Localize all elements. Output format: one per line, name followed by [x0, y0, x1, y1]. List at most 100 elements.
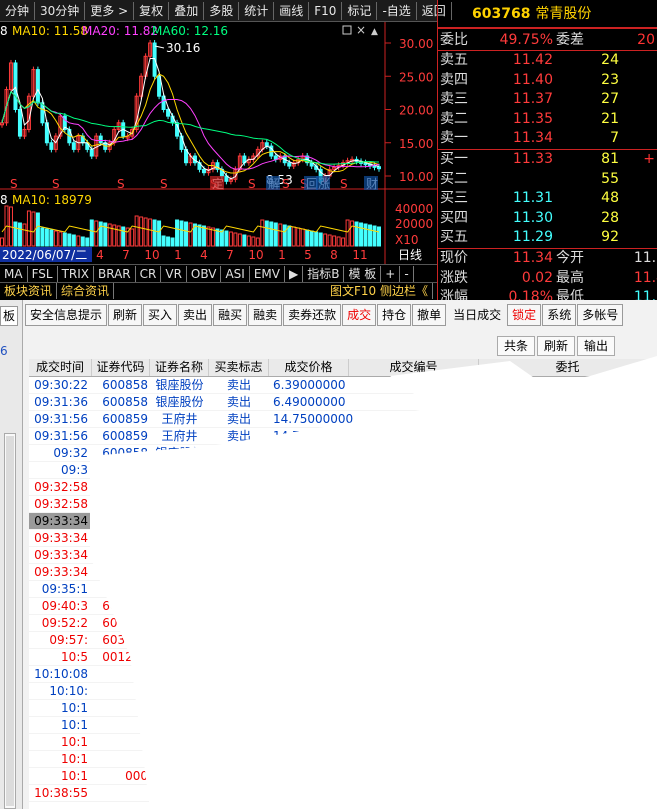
table-row[interactable]: 10:1 买入 13.00000000 012	[29, 751, 657, 768]
indicator-tab[interactable]: MA	[0, 265, 28, 282]
info-tab[interactable]: 综合资讯	[57, 283, 115, 299]
trade-button[interactable]: 买入	[143, 304, 178, 326]
trade-button[interactable]: 卖券还款	[283, 304, 342, 326]
grid-tool-button[interactable]: 共条	[497, 336, 536, 356]
indicator-tab[interactable]: 指标B	[303, 265, 345, 282]
table-row[interactable]: 09:52:2 600858 银座股份 买入 6.39000000 44	[29, 615, 657, 632]
stats-row: 涨跌 0.02最高 11.4	[438, 269, 657, 289]
table-row[interactable]: 09:33:34 603768 常青股份 买入 11.28000000 37	[29, 547, 657, 564]
left-num: 6	[0, 344, 8, 358]
side-panel-toggle[interactable]: 图文F10 侧边栏《	[326, 283, 433, 299]
trade-button[interactable]: 卖出	[178, 304, 213, 326]
kline-chart[interactable]: 8 MA10: 11.58MA20: 11.82MA60: 12.16 × ▲ 30.0…	[0, 22, 437, 264]
trade-button[interactable]: 安全信息提示	[25, 304, 108, 326]
toolbar-item[interactable]: 更多 >	[85, 1, 135, 20]
table-row[interactable]: 09:40:3 600858 银座股份 买入 6.43000000	[29, 598, 657, 615]
table-row[interactable]: 09:32:58 603768 常青股份 买入 11.30000	[29, 496, 657, 513]
indicator-tab[interactable]: BRAR	[94, 265, 136, 282]
indicator-tab[interactable]: FSL	[28, 265, 58, 282]
table-row[interactable]: 10:1 卖出 6.41000000	[29, 700, 657, 717]
cell: 85	[457, 582, 473, 596]
grid-tool-button[interactable]: 输出	[577, 336, 616, 356]
table-row[interactable]: 10:10: 卖出 6.41000000 010	[29, 683, 657, 700]
trade-button[interactable]: 融卖	[248, 304, 283, 326]
indicator-tab[interactable]: CR	[136, 265, 162, 282]
table-row[interactable]: 09:33:34 3768 常青股份 买入 11.28000000 305	[29, 564, 657, 581]
cell: 常青股份	[155, 565, 204, 579]
left-tab[interactable]: 板	[0, 306, 18, 326]
table-row[interactable]: 09:33:34 603768 常青股份 买入 11.2800000	[29, 513, 657, 530]
book-price: 11.32	[512, 170, 553, 187]
toolbar-item[interactable]: 多股	[204, 1, 240, 20]
table-row[interactable]: 09:3 60085 银座股份 卖出 6.6	[29, 462, 657, 479]
table-row[interactable]: 10:1 卖出 6.41000000	[29, 717, 657, 734]
volume-bar	[197, 224, 202, 247]
indicator-tab[interactable]: OBV	[187, 265, 222, 282]
indicator-tab[interactable]: -	[400, 265, 414, 282]
column-header[interactable]: 买卖标志	[209, 359, 269, 376]
indicator-tab[interactable]: TRIX	[58, 265, 94, 282]
indicator-tab[interactable]: ▶	[285, 265, 304, 282]
trade-button[interactable]: 撤单	[412, 304, 447, 326]
table-row[interactable]: 09:30:22 600858 银座股份 卖出 6.39000000 77255	[29, 377, 657, 394]
column-header[interactable]: 委托	[479, 359, 657, 376]
right-button[interactable]: 多帐号	[577, 304, 624, 326]
toolbar-item[interactable]: -自选	[377, 1, 417, 20]
cell: 买入	[226, 480, 251, 494]
column-header[interactable]: 成交编号	[349, 359, 479, 376]
cell: 09:33:34	[34, 531, 88, 545]
table-row[interactable]: 09:32 600858 银座股份 卖出 6.59000	[29, 445, 657, 462]
cell: 买入	[226, 514, 251, 528]
table-row[interactable]: 09:31:36 600858 银座股份 卖出 6.49000000 21185	[29, 394, 657, 411]
left-strip: 板 6	[0, 300, 23, 809]
right-button[interactable]: 系统	[542, 304, 577, 326]
scroll-thumb[interactable]	[6, 436, 14, 806]
cell	[349, 479, 479, 495]
column-header[interactable]: 证券名称	[150, 359, 209, 376]
grid-tool-button[interactable]: 刷新	[537, 336, 576, 356]
table-row[interactable]: 09:31:56 600859 王府井 卖出 14.74000000 9	[29, 428, 657, 445]
table-row[interactable]: 10:1 000 买入 13.00000000 01040	[29, 768, 657, 785]
toolbar-item[interactable]: 30分钟	[35, 1, 86, 20]
toolbar-item[interactable]: F10	[309, 1, 343, 20]
indicator-tab[interactable]: EMV	[250, 265, 285, 282]
indicator-tab[interactable]: +	[381, 265, 401, 282]
table-row[interactable]: 10:38:55 卖 01040	[29, 785, 657, 802]
table-row[interactable]: 09:31:56 600859 王府井 卖出 14.75000000 241	[29, 411, 657, 428]
cell	[349, 700, 479, 716]
trade-button[interactable]: 刷新	[108, 304, 143, 326]
volume-bar	[368, 224, 373, 247]
indicator-tab[interactable]: VR	[161, 265, 187, 282]
left-scrollbar[interactable]	[4, 433, 16, 809]
cell	[92, 717, 150, 733]
table-row[interactable]: 09:35:1 0858 银座股份 买入 6.4 85	[29, 581, 657, 598]
weibi-label: 委比	[440, 32, 468, 48]
book-label: 卖三	[440, 91, 468, 108]
table-row[interactable]: 09:32:58 603768 常青股份 买入 11.30000000	[29, 479, 657, 496]
table-row[interactable]: 09:33:34 603768 常青股份 买入 11.28000000	[29, 530, 657, 547]
cell: 11.2800000	[273, 514, 346, 528]
right-button[interactable]: 锁定	[507, 304, 542, 326]
cell: 09:32:58	[34, 497, 88, 511]
trade-button[interactable]: 持仓	[377, 304, 412, 326]
toolbar-item[interactable]: 统计	[239, 1, 275, 20]
info-tab[interactable]: 板块资讯	[0, 283, 58, 299]
x-tick-label: 5	[304, 248, 312, 262]
trade-button[interactable]: 成交	[342, 304, 377, 326]
toolbar-item[interactable]: 分钟	[0, 1, 36, 20]
column-header[interactable]: 成交时间	[29, 359, 92, 376]
table-row[interactable]: 10:1 买入 13.00000000	[29, 734, 657, 751]
table-row[interactable]: 10:5 001209 洪兴股份	[29, 649, 657, 666]
column-header[interactable]: 成交价格	[269, 359, 349, 376]
indicator-tab[interactable]: 模 板	[344, 265, 382, 282]
toolbar-item[interactable]: 标记	[342, 1, 378, 20]
indicator-tab[interactable]: ASI	[221, 265, 250, 282]
column-header[interactable]: 证券代码	[92, 359, 150, 376]
book-label: 卖二	[440, 110, 468, 127]
trade-button[interactable]: 融买	[213, 304, 248, 326]
table-row[interactable]: 09:57: 603768 常青股份 买入 11.19000000 5637	[29, 632, 657, 649]
toolbar-item[interactable]: 画线	[274, 1, 310, 20]
table-row[interactable]: 10:10:08 卖出 6.41000000 01	[29, 666, 657, 683]
toolbar-item[interactable]: 复权	[134, 1, 170, 20]
toolbar-item[interactable]: 叠加	[169, 1, 205, 20]
